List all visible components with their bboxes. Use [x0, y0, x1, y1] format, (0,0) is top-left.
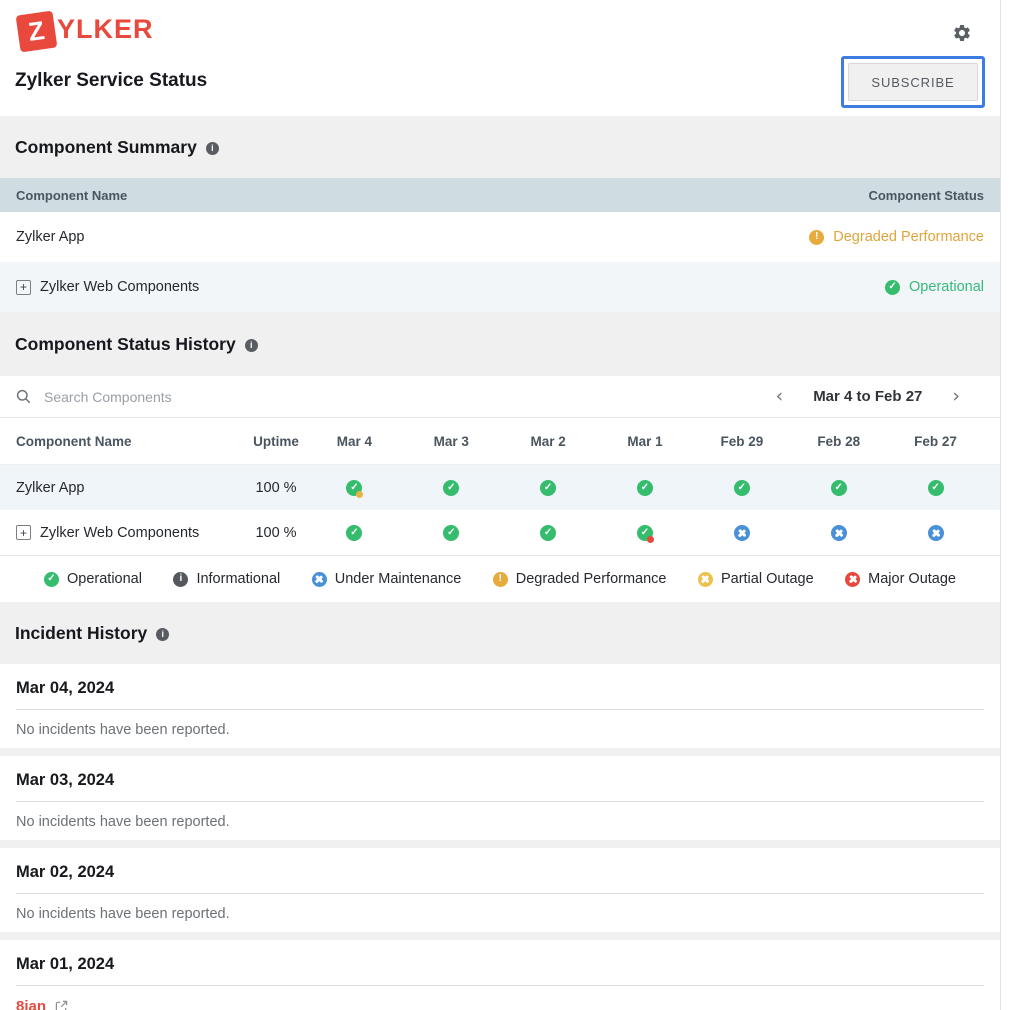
incident-card: Mar 04, 2024 No incidents have been repo… — [0, 664, 1000, 748]
date-range-navigator: ‹ Mar 4 to Feb 27 › — [774, 387, 962, 406]
partial-outage-icon — [698, 572, 713, 587]
history-col-mar4: Mar 4 — [306, 434, 403, 449]
previous-dates-chevron-icon[interactable]: ‹ — [774, 387, 786, 406]
component-summary-heading: Component Summary — [15, 137, 197, 158]
status-icon — [831, 525, 847, 541]
summary-col-name: Component Name — [16, 188, 127, 203]
history-col-feb27: Feb 27 — [887, 434, 984, 449]
legend-major-outage: Major Outage — [845, 571, 956, 587]
legend-informational: Informational — [173, 571, 280, 587]
external-link-icon — [55, 1000, 68, 1010]
degraded-performance-icon — [493, 572, 508, 587]
incident-card: Mar 02, 2024 No incidents have been repo… — [0, 848, 1000, 932]
operational-icon — [44, 572, 59, 587]
status-icon — [443, 525, 459, 541]
legend-degraded-performance: Degraded Performance — [493, 571, 667, 587]
summary-row-zylker-app: Zylker App Degraded Performance — [0, 212, 1000, 262]
expand-icon[interactable] — [16, 525, 31, 540]
divider — [16, 985, 984, 986]
incident-date: Mar 02, 2024 — [16, 863, 984, 882]
summary-col-status: Component Status — [868, 188, 984, 203]
page-header: Z YLKER Zylker Service Status SUBSCRIBE — [0, 0, 1000, 116]
component-name: Zylker App — [16, 480, 85, 496]
subscribe-highlight-ring: SUBSCRIBE — [841, 56, 985, 108]
history-col-name: Component Name — [16, 434, 246, 449]
status-icon — [928, 480, 944, 496]
no-incidents-text: No incidents have been reported. — [16, 906, 984, 922]
incident-date: Mar 01, 2024 — [16, 955, 984, 974]
status-icon — [734, 525, 750, 541]
legend-partial-outage: Partial Outage — [698, 571, 814, 587]
history-col-mar1: Mar 1 — [597, 434, 694, 449]
component-search-bar: ‹ Mar 4 to Feb 27 › — [0, 376, 1000, 418]
major-outage-icon — [845, 572, 860, 587]
component-status-text: Operational — [909, 279, 984, 295]
zylker-logo: Z YLKER — [18, 13, 154, 50]
history-col-mar3: Mar 3 — [403, 434, 500, 449]
status-icon — [540, 480, 556, 496]
component-summary-band: Component Summary — [0, 116, 1000, 178]
no-incidents-text: No incidents have been reported. — [16, 722, 984, 738]
status-icon — [346, 480, 362, 496]
status-icon — [443, 480, 459, 496]
component-name: Zylker Web Components — [40, 279, 199, 295]
summary-table-header: Component Name Component Status — [0, 178, 1000, 212]
incident-history-band: Incident History — [0, 602, 1000, 664]
logo-z-mark: Z — [16, 11, 58, 53]
status-history-band: Component Status History — [0, 312, 1000, 376]
status-icon — [637, 525, 653, 541]
status-icon — [540, 525, 556, 541]
incident-card: Mar 01, 2024 8jan — [0, 940, 1000, 1010]
search-icon — [16, 389, 31, 404]
component-name: Zylker App — [16, 229, 85, 245]
component-name: Zylker Web Components — [40, 525, 199, 541]
incident-link[interactable]: 8jan — [16, 998, 46, 1010]
incident-date: Mar 04, 2024 — [16, 679, 984, 698]
logo-wordmark: YLKER — [57, 14, 154, 45]
incident-card: Mar 03, 2024 No incidents have been repo… — [0, 756, 1000, 840]
divider — [16, 709, 984, 710]
incident-history-heading: Incident History — [15, 623, 147, 644]
history-col-feb29: Feb 29 — [693, 434, 790, 449]
operational-icon — [885, 280, 900, 295]
history-col-uptime: Uptime — [246, 434, 306, 449]
subscribe-button[interactable]: SUBSCRIBE — [848, 63, 978, 101]
uptime-value: 100 % — [246, 525, 306, 541]
divider — [16, 893, 984, 894]
incident-list: Mar 04, 2024 No incidents have been repo… — [0, 664, 1000, 1010]
status-page: Z YLKER Zylker Service Status SUBSCRIBE … — [0, 0, 1001, 1010]
under-maintenance-icon — [312, 572, 327, 587]
history-col-feb28: Feb 28 — [790, 434, 887, 449]
expand-icon[interactable] — [16, 280, 31, 295]
summary-row-zylker-web-components: Zylker Web Components Operational — [0, 262, 1000, 312]
info-icon[interactable] — [245, 339, 258, 352]
degraded-performance-icon — [809, 230, 824, 245]
status-icon — [831, 480, 847, 496]
info-icon[interactable] — [206, 142, 219, 155]
page-title: Zylker Service Status — [15, 70, 207, 92]
incident-date: Mar 03, 2024 — [16, 771, 984, 790]
next-dates-chevron-icon[interactable]: › — [950, 387, 962, 406]
date-range-label: Mar 4 to Feb 27 — [813, 388, 922, 405]
component-status-text: Degraded Performance — [833, 229, 984, 245]
search-input[interactable] — [44, 389, 761, 405]
info-icon[interactable] — [156, 628, 169, 641]
history-col-mar2: Mar 2 — [500, 434, 597, 449]
status-icon — [928, 525, 944, 541]
legend-operational: Operational — [44, 571, 142, 587]
legend-under-maintenance: Under Maintenance — [312, 571, 462, 587]
settings-gear-icon[interactable] — [951, 23, 973, 45]
no-incidents-text: No incidents have been reported. — [16, 814, 984, 830]
divider — [16, 801, 984, 802]
history-row-zylker-web-components: Zylker Web Components 100 % — [0, 510, 1000, 555]
history-table-header: Component Name Uptime Mar 4 Mar 3 Mar 2 … — [0, 418, 1000, 465]
status-history-heading: Component Status History — [15, 334, 236, 355]
informational-icon — [173, 572, 188, 587]
status-icon — [734, 480, 750, 496]
history-row-zylker-app: Zylker App 100 % — [0, 465, 1000, 510]
uptime-value: 100 % — [246, 480, 306, 496]
status-icon — [346, 525, 362, 541]
status-legend: Operational Informational Under Maintena… — [0, 555, 1000, 602]
status-icon — [637, 480, 653, 496]
